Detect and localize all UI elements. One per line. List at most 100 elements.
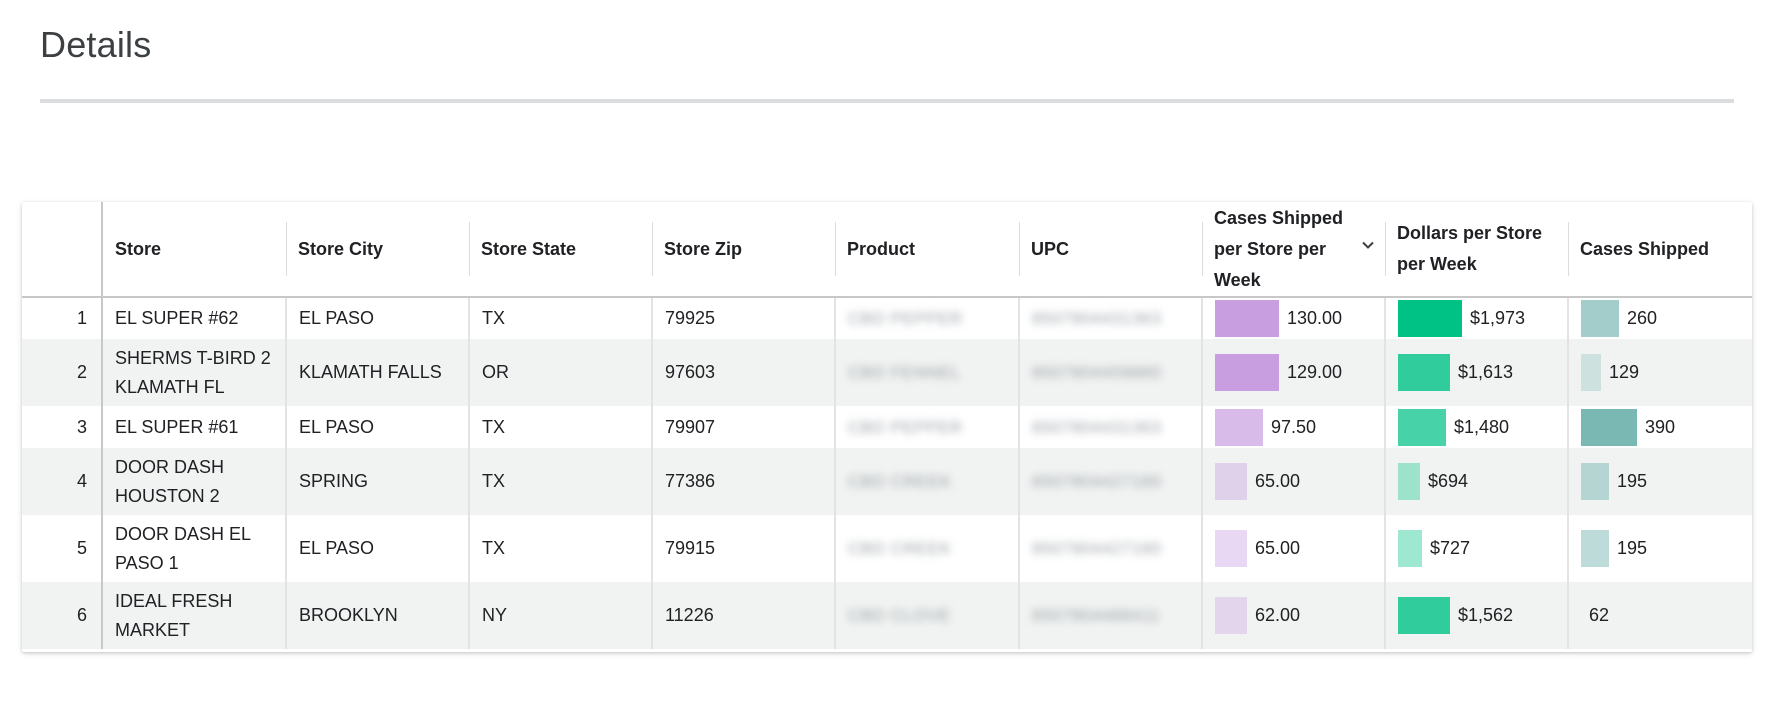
cell-store-city: SPRING [285, 448, 469, 515]
bar-value: 129 [1609, 362, 1640, 382]
bar-cell: 97.50 [1215, 408, 1372, 446]
bar-cell: 65.00 [1215, 530, 1372, 567]
data-bar [1215, 354, 1279, 391]
details-table: Store Store City Store State Store Zip P… [22, 202, 1752, 649]
cell-upc-redacted-text: 8507804427180 [1032, 539, 1162, 558]
cell-store-zip: 11226 [651, 582, 835, 649]
cell-cases-shipped: 129 [1567, 339, 1752, 406]
table-body: 1 EL SUPER #62 EL PASO TX 79925 CBD PEPPER 850… [22, 297, 1752, 649]
column-header-product[interactable]: Product [835, 202, 1019, 298]
column-separator [1019, 222, 1020, 276]
data-bar [1398, 354, 1450, 391]
table-header-row: Store Store City Store State Store Zip P… [22, 202, 1752, 298]
table-row[interactable]: 6 IDEAL FRESH MARKET BROOKLYN NY 11226 CBD CL… [22, 582, 1752, 649]
column-header-upc[interactable]: UPC [1019, 202, 1202, 298]
column-header-label: Cases Shipped per Store per Week [1214, 207, 1344, 290]
cell-store: EL SUPER #61 [101, 406, 286, 448]
row-index: 2 [22, 339, 103, 406]
column-header-cases-shipped-per-store-per-week[interactable]: Cases Shipped per Store per Week [1202, 202, 1385, 298]
cell-dollars-per-store-week: $727 [1384, 515, 1568, 582]
cell-product-redacted-text: CBD FENNEL [848, 363, 961, 382]
bar-value: $694 [1428, 471, 1469, 491]
bar-cell: $1,562 [1398, 597, 1555, 634]
column-header-dollars-per-store-per-week[interactable]: Dollars per Store per Week [1385, 202, 1568, 298]
column-header-label: Dollars per Store per Week [1397, 223, 1543, 274]
cell-store-state: TX [468, 406, 652, 448]
data-bar [1398, 597, 1450, 634]
cell-store-state: TX [468, 297, 652, 339]
table-row[interactable]: 4 DOOR DASH HOUSTON 2 SPRING TX 77386 CBD CRE… [22, 448, 1752, 515]
cell-upc: 8507804427180 [1018, 448, 1202, 515]
row-index: 4 [22, 448, 103, 515]
column-header-store-zip[interactable]: Store Zip [652, 202, 835, 298]
column-header-label: UPC [1031, 238, 1070, 259]
bar-cell: $1,973 [1398, 300, 1555, 337]
column-separator [469, 222, 470, 276]
column-header-label: Store City [298, 238, 384, 259]
cell-upc: 8507804427180 [1018, 515, 1202, 582]
column-header-store-state[interactable]: Store State [469, 202, 652, 298]
bar-value: $1,562 [1458, 605, 1514, 625]
cell-upc: 8507804431363 [1018, 406, 1202, 448]
data-bar [1215, 408, 1263, 446]
cell-store-zip: 79925 [651, 297, 835, 339]
cell-store-city: EL PASO [285, 406, 469, 448]
cell-dollars-per-store-week: $1,562 [1384, 582, 1568, 649]
cell-product-redacted-text: CBD CREEK [848, 539, 952, 558]
data-bar [1581, 530, 1609, 567]
cell-store: EL SUPER #62 [101, 297, 286, 339]
cell-cases-shipped: 62 [1567, 582, 1752, 649]
cell-store-zip: 79907 [651, 406, 835, 448]
bar-value: 129.00 [1287, 362, 1343, 382]
cell-product-redacted-text: CBD CREEK [848, 472, 952, 491]
bar-cell: 390 [1581, 408, 1740, 446]
table-row[interactable]: 5 DOOR DASH EL PASO 1 EL PASO TX 79915 CBD CR… [22, 515, 1752, 582]
cell-upc-redacted-text: 8507804431363 [1032, 417, 1162, 437]
table-row[interactable]: 3 EL SUPER #61 EL PASO TX 79907 CBD PEPPER 850… [22, 406, 1752, 448]
column-header-label: Product [847, 238, 916, 259]
bar-cell: $1,480 [1398, 408, 1555, 446]
cell-dollars-per-store-week: $1,480 [1384, 406, 1568, 448]
cell-cases-shipped: 195 [1567, 448, 1752, 515]
cell-store-city: EL PASO [285, 297, 469, 339]
bar-value: $1,613 [1458, 362, 1514, 382]
bar-value: $1,480 [1454, 416, 1510, 437]
bar-cell: 62 [1581, 597, 1740, 634]
sort-descending-icon[interactable] [1359, 236, 1377, 254]
page-title: Details [40, 24, 152, 65]
bar-value: 97.50 [1271, 416, 1317, 437]
cell-store-state: OR [468, 339, 652, 406]
cell-store: SHERMS T-BIRD 2 KLAMATH FL [101, 339, 286, 406]
cell-store-zip: 97603 [651, 339, 835, 406]
cell-cases-per-store-week: 65.00 [1201, 515, 1385, 582]
table-row[interactable]: 2 SHERMS T-BIRD 2 KLAMATH FL KLAMATH FALLS… [22, 339, 1752, 406]
title-divider [40, 99, 1734, 103]
row-index: 6 [22, 582, 103, 649]
column-header-cases-shipped[interactable]: Cases Shipped [1568, 202, 1752, 298]
bar-value: $727 [1430, 538, 1471, 558]
data-bar [1581, 354, 1601, 391]
cell-upc-redacted-text: 8507804427180 [1032, 472, 1162, 491]
column-separator [1568, 222, 1569, 276]
cell-product: CBD PEPPER [834, 406, 1019, 448]
data-bar [1581, 300, 1619, 337]
column-header-store[interactable]: Store [102, 202, 286, 298]
data-bar [1215, 597, 1247, 634]
table-row[interactable]: 1 EL SUPER #62 EL PASO TX 79925 CBD PEPPER 850… [22, 297, 1752, 339]
bar-cell: 260 [1581, 300, 1740, 337]
row-index: 3 [22, 406, 103, 448]
cell-product: CBD FENNEL [834, 339, 1019, 406]
bar-value: 65.00 [1255, 471, 1301, 491]
cell-store-city: KLAMATH FALLS [285, 339, 469, 406]
column-header-label: Cases Shipped [1580, 238, 1710, 259]
row-index: 1 [22, 297, 103, 339]
data-bar [1215, 530, 1247, 567]
column-header-store-city[interactable]: Store City [286, 202, 469, 298]
cell-cases-shipped: 390 [1567, 406, 1752, 448]
details-table-card: Store Store City Store State Store Zip P… [22, 202, 1752, 652]
cell-cases-per-store-week: 65.00 [1201, 448, 1385, 515]
cell-upc: 8507804488411 [1018, 582, 1202, 649]
column-separator [652, 222, 653, 276]
cell-store-state: NY [468, 582, 652, 649]
cell-store-city: BROOKLYN [285, 582, 469, 649]
